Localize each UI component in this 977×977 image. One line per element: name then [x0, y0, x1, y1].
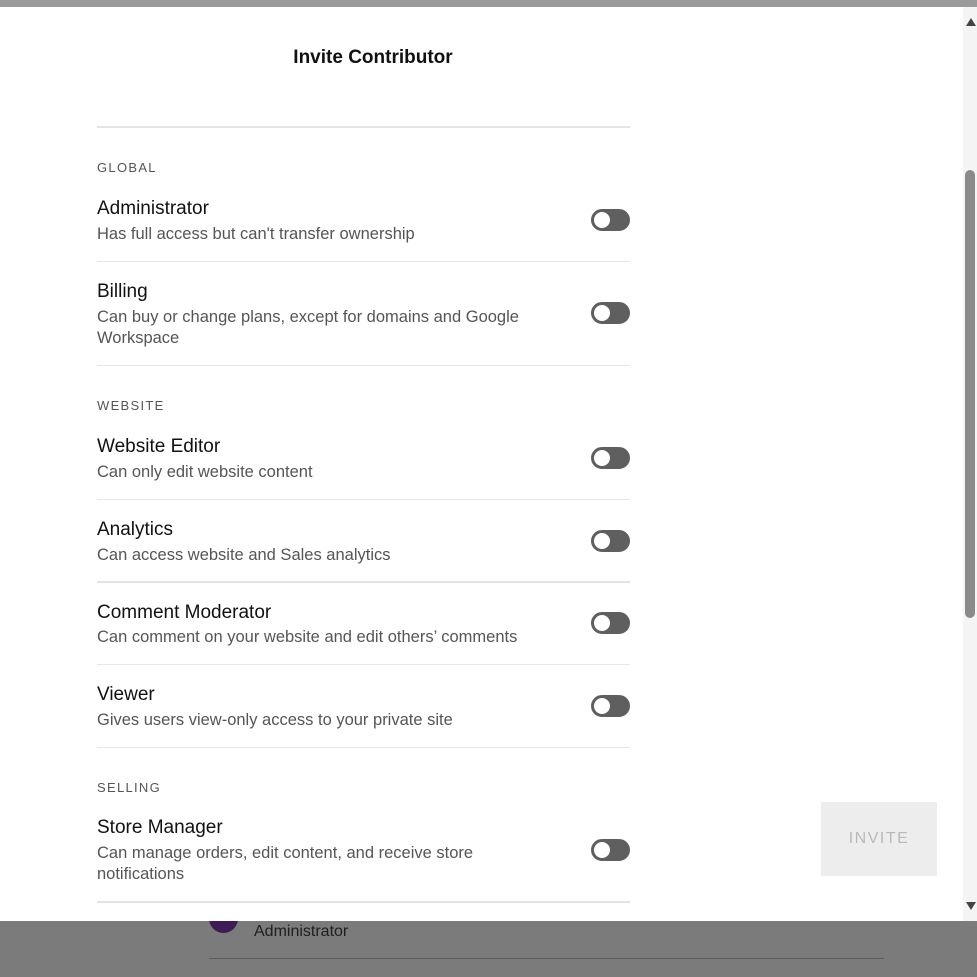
divider: [97, 747, 630, 748]
toggle-knob: [594, 615, 610, 631]
scrollbar-thumb[interactable]: [965, 170, 975, 618]
toggle-analytics[interactable]: [591, 530, 630, 552]
scroll-up-arrow-icon[interactable]: [966, 18, 976, 26]
divider: [209, 958, 884, 959]
role-name-billing: Billing: [97, 281, 148, 302]
background-page: [0, 921, 977, 977]
toggle-administrator[interactable]: [591, 209, 630, 231]
toggle-knob: [594, 698, 610, 714]
divider: [97, 901, 630, 903]
invite-button[interactable]: INVITE: [821, 802, 937, 876]
toggle-knob: [594, 450, 610, 466]
role-description-store-manager: Can manage orders, edit content, and rec…: [97, 844, 474, 883]
toggle-knob: [594, 842, 610, 858]
role-description-comment-moderator: Can comment on your website and edit oth…: [97, 628, 518, 646]
role-description-administrator: Has full access but can't transfer owner…: [97, 225, 415, 243]
role-name-viewer: Viewer: [97, 684, 155, 705]
section-heading-selling: SELLING: [97, 780, 162, 795]
divider: [97, 499, 630, 500]
contributor-role-label: Administrator: [254, 923, 349, 940]
scroll-down-arrow-icon[interactable]: [966, 902, 976, 910]
role-description-website-editor: Can only edit website content: [97, 463, 313, 481]
toggle-comment-moderator[interactable]: [591, 612, 630, 634]
toggle-knob: [594, 305, 610, 321]
role-name-comment-moderator: Comment Moderator: [97, 602, 272, 623]
divider: [97, 664, 630, 665]
role-description-analytics: Can access website and Sales analytics: [97, 546, 391, 564]
toggle-billing[interactable]: [591, 302, 630, 324]
section-heading-website: WEBSITE: [97, 398, 165, 413]
toggle-store-manager[interactable]: [591, 839, 630, 861]
modal-title: Invite Contributor: [293, 47, 453, 68]
role-name-administrator: Administrator: [97, 198, 209, 219]
role-description-viewer: Gives users view-only access to your pri…: [97, 711, 453, 729]
toggle-website-editor[interactable]: [591, 447, 630, 469]
invite-contributor-modal: Invite Contributor GLOBAL Administrator …: [0, 7, 963, 921]
scrollbar[interactable]: [963, 7, 977, 921]
divider: [97, 261, 630, 262]
role-name-store-manager: Store Manager: [97, 817, 223, 838]
toggle-knob: [594, 212, 610, 228]
role-name-website-editor: Website Editor: [97, 436, 221, 457]
divider: [97, 365, 630, 366]
section-heading-global: GLOBAL: [97, 160, 157, 175]
role-name-analytics: Analytics: [97, 519, 174, 540]
toggle-viewer[interactable]: [591, 695, 630, 717]
role-description-billing: Can buy or change plans, except for doma…: [97, 308, 519, 347]
divider: [97, 581, 630, 583]
top-bar: [0, 0, 977, 7]
divider: [97, 126, 630, 128]
toggle-knob: [594, 533, 610, 549]
